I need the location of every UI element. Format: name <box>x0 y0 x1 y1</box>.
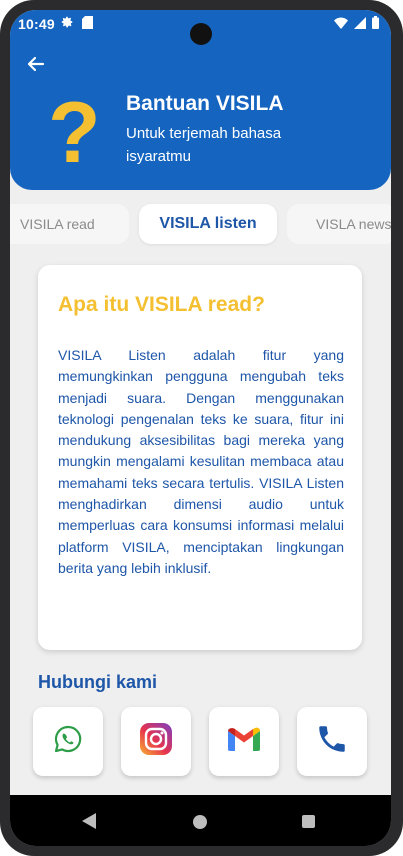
app-header: 10:49 ? Bantuan VISILA Untuk terjemah ba… <box>10 10 391 190</box>
contact-heading: Hubungi kami <box>38 672 158 692</box>
whatsapp-icon <box>53 724 83 759</box>
help-question-icon: ? <box>48 85 101 181</box>
signal-icon <box>354 16 366 34</box>
wifi-icon <box>334 16 348 34</box>
info-card: Apa itu VISILA read? VISILA Listen adala… <box>38 265 362 650</box>
gmail-button[interactable] <box>209 707 279 776</box>
nav-back-icon[interactable] <box>82 813 96 834</box>
page-title: Bantuan VISILA <box>126 92 284 115</box>
phone-icon <box>315 722 349 761</box>
instagram-button[interactable] <box>121 707 191 776</box>
card-description: VISILA Listen adalah fitur yang memungki… <box>58 347 344 576</box>
system-nav-bar <box>10 795 391 846</box>
instagram-icon <box>139 722 173 761</box>
device-frame: 10:49 ? Bantuan VISILA Untuk terjemah ba… <box>0 0 403 856</box>
battery-icon <box>372 16 379 34</box>
front-camera <box>190 23 212 45</box>
status-right-icons <box>334 16 379 34</box>
page-subtitle: Untuk terjemah bahasa isyaratmu <box>126 125 282 165</box>
gmail-icon <box>227 726 261 757</box>
status-bar: 10:49 <box>10 10 391 45</box>
whatsapp-button[interactable] <box>33 707 103 776</box>
back-arrow-icon[interactable] <box>24 52 48 76</box>
nav-recents-icon[interactable] <box>302 815 315 828</box>
phone-button[interactable] <box>297 707 367 776</box>
tab-visila-read[interactable]: VISILA read <box>10 204 129 244</box>
status-time: 10:49 <box>18 16 55 32</box>
sd-card-status-icon <box>82 16 93 34</box>
tab-visila-news[interactable]: VISLA news <box>287 204 391 244</box>
app-screen: 10:49 ? Bantuan VISILA Untuk terjemah ba… <box>10 10 391 846</box>
card-title: Apa itu VISILA read? <box>58 293 265 316</box>
tab-visila-listen[interactable]: VISILA listen <box>139 204 277 244</box>
settings-status-icon <box>60 15 74 34</box>
nav-home-icon[interactable] <box>193 815 207 829</box>
